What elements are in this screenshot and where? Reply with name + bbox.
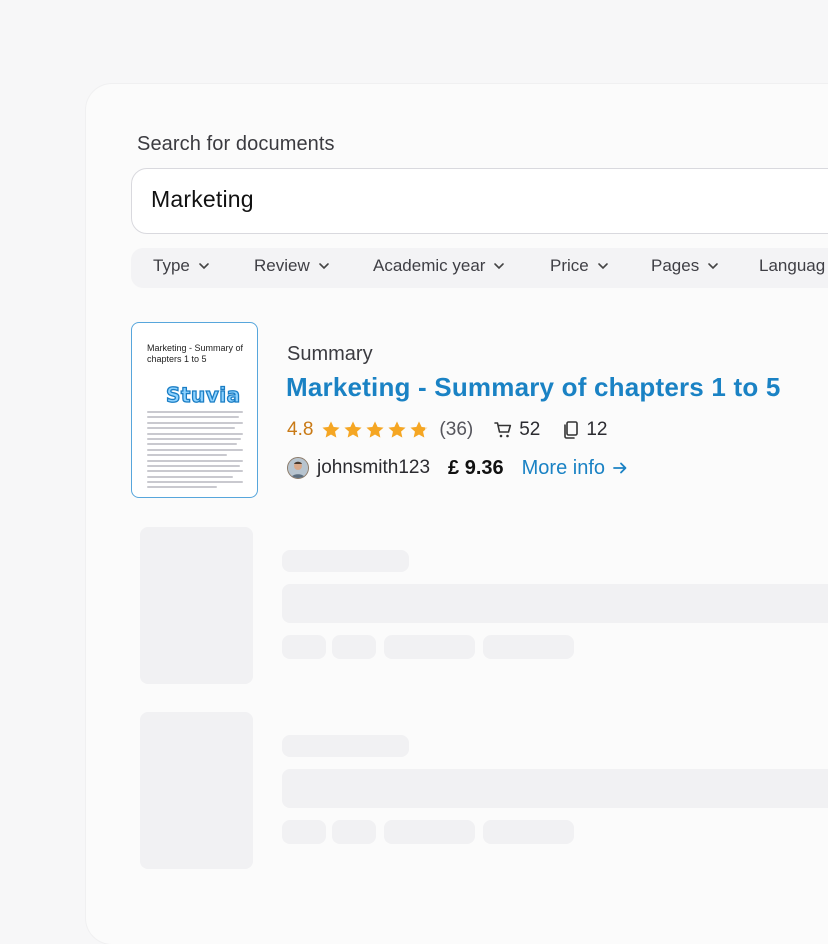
skeleton-line — [282, 735, 409, 757]
filter-label: Academic year — [373, 256, 486, 275]
star-icon — [322, 421, 340, 438]
skeleton-chip — [483, 820, 574, 844]
filter-label: Price — [550, 256, 589, 275]
filter-pages[interactable]: Pages — [651, 256, 719, 276]
skeleton-chip — [332, 820, 376, 844]
rating-row: 4.8 (36) 52 12 — [287, 418, 630, 442]
filter-label: Languag — [759, 256, 826, 275]
filter-language[interactable]: Languag — [759, 256, 825, 276]
sales-count: 52 — [493, 419, 540, 441]
search-input-value[interactable]: Marketing — [151, 186, 254, 213]
skeleton-thumbnail — [140, 527, 253, 684]
filter-label: Type — [153, 256, 190, 275]
arrow-right-icon — [613, 462, 627, 474]
page-count: 12 — [562, 419, 608, 441]
chevron-down-icon — [199, 263, 209, 270]
thumbnail-text-lines — [147, 411, 243, 492]
document-type: Summary — [287, 343, 373, 365]
pages-value: 12 — [586, 419, 608, 440]
skeleton-thumbnail — [140, 712, 253, 869]
filter-review[interactable]: Review — [254, 256, 330, 276]
price: £ 9.36 — [448, 456, 504, 479]
review-count: (36) — [439, 419, 474, 440]
author-name[interactable]: johnsmith123 — [317, 457, 430, 479]
skeleton-chip — [282, 635, 326, 659]
skeleton-chip — [483, 635, 574, 659]
author-row: johnsmith123 £ 9.36 More info — [287, 455, 629, 481]
filter-type[interactable]: Type — [153, 256, 210, 276]
filter-academic-year[interactable]: Academic year — [373, 256, 505, 276]
filter-price[interactable]: Price — [550, 256, 609, 276]
chevron-down-icon — [494, 263, 505, 270]
rating-value: 4.8 — [287, 419, 314, 440]
document-thumbnail[interactable]: Marketing - Summary of chapters 1 to 5 S… — [131, 322, 258, 498]
skeleton-chip — [332, 635, 376, 659]
skeleton-line — [282, 584, 828, 623]
skeleton-chip — [384, 635, 475, 659]
skeleton-line — [282, 550, 409, 572]
sales-value: 52 — [519, 419, 541, 440]
more-info-link[interactable]: More info — [522, 457, 629, 480]
skeleton-chip — [282, 820, 326, 844]
pages-icon — [564, 421, 579, 439]
thumbnail-title: Marketing - Summary of chapters 1 to 5 — [147, 343, 244, 364]
chevron-down-icon — [597, 263, 608, 270]
chevron-down-icon — [708, 263, 719, 270]
star-rating — [321, 420, 429, 440]
skeleton-chip — [384, 820, 475, 844]
avatar-image — [288, 458, 308, 478]
stuvia-logo: Stuvia — [165, 382, 241, 407]
star-icon — [344, 421, 362, 438]
more-info-label: More info — [521, 456, 606, 479]
author-avatar[interactable] — [287, 457, 309, 479]
filter-label: Pages — [651, 256, 700, 275]
cart-icon — [494, 422, 512, 438]
star-icon — [366, 421, 384, 438]
document-title-link[interactable]: Marketing - Summary of chapters 1 to 5 — [286, 372, 781, 403]
search-label: Search for documents — [137, 133, 335, 155]
skeleton-line — [282, 769, 828, 808]
filter-label: Review — [254, 256, 310, 275]
star-icon — [410, 421, 428, 438]
chevron-down-icon — [318, 263, 329, 270]
star-icon — [388, 421, 406, 438]
